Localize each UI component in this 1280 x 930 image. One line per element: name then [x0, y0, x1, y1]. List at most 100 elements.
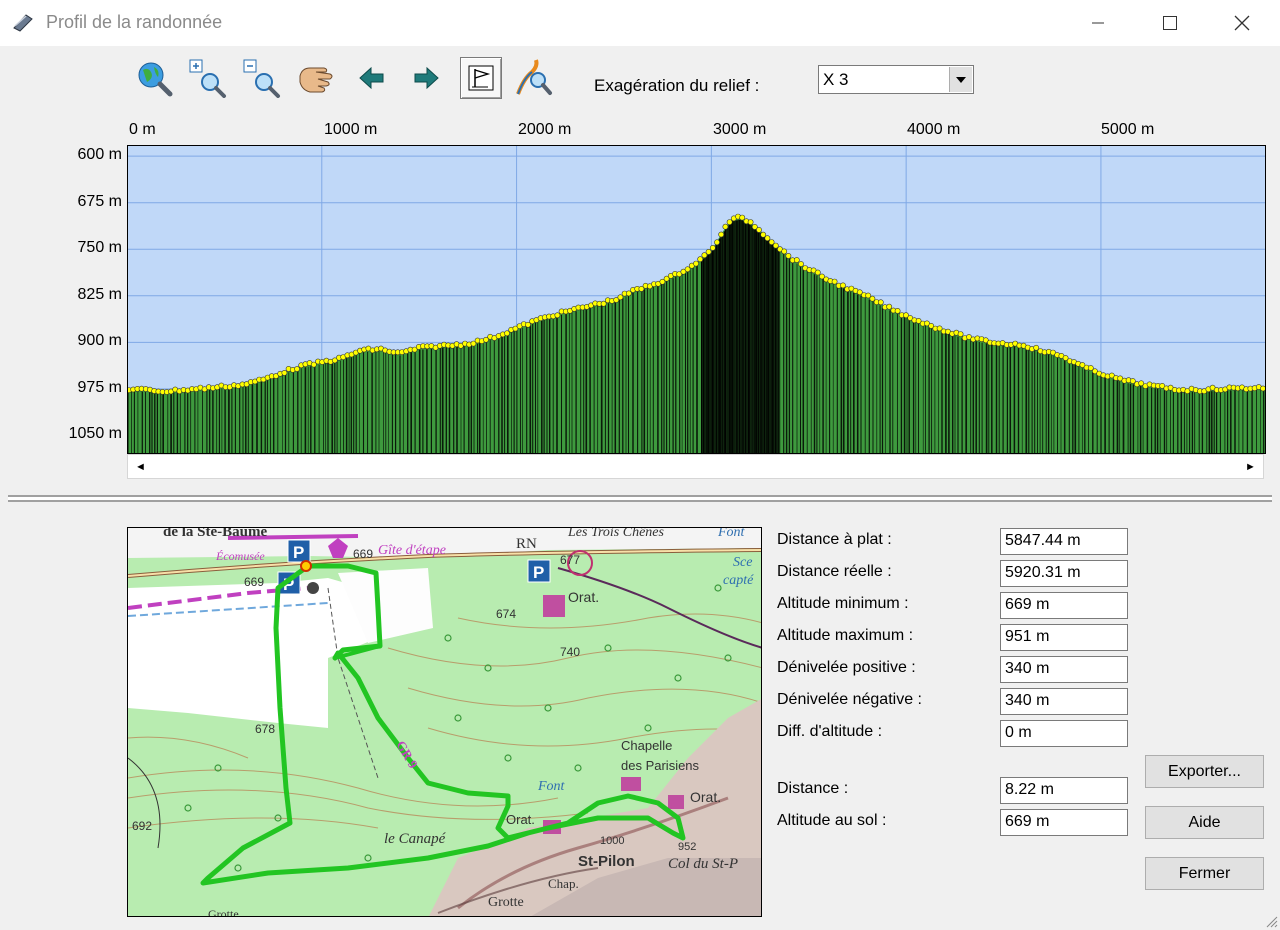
position-marker	[300, 560, 312, 572]
elevation-point	[764, 235, 771, 242]
elevation-point	[697, 256, 704, 263]
scroll-right-icon: ►	[1245, 460, 1256, 473]
map-label: Font	[537, 779, 566, 794]
stat-value-field[interactable]: 669 m	[1000, 592, 1128, 619]
exaggeration-select[interactable]: X 3	[818, 65, 974, 94]
resize-grip-icon[interactable]	[1262, 912, 1278, 928]
map-label: Gîte d'étape	[378, 543, 446, 558]
y-axis-tick-label: 750 m	[77, 239, 122, 257]
elevation-point	[957, 331, 964, 337]
elevation-point	[625, 290, 632, 297]
elevation-point	[684, 266, 691, 273]
elevation-point	[793, 257, 800, 263]
stat-label: Dénivelée négative :	[777, 691, 922, 708]
elevation-point	[772, 242, 779, 249]
stat-label: Distance à plat :	[777, 531, 892, 548]
export-button[interactable]: Exporter...	[1145, 755, 1264, 788]
help-button[interactable]: Aide	[1145, 806, 1264, 839]
elevation-point	[760, 231, 767, 238]
previous-arrow-icon	[359, 66, 384, 90]
elevation-point	[718, 231, 725, 238]
y-axis-tick-label: 675 m	[77, 192, 122, 210]
zoom-in-button[interactable]	[188, 58, 228, 98]
elevation-point	[814, 269, 821, 276]
elevation-point	[877, 299, 884, 306]
stat-value-field[interactable]: 5847.44 m	[1000, 528, 1128, 555]
parking-label: P	[533, 563, 544, 582]
stat-value-field[interactable]: 8.22 m	[1000, 777, 1128, 804]
stat-label: Altitude au sol :	[777, 812, 887, 829]
map-label: 677	[560, 553, 580, 567]
minimize-button[interactable]	[1062, 0, 1134, 46]
route-map[interactable]: P P P de la Ste-Baume Écomusée Gîte d'ét…	[127, 527, 762, 917]
x-axis-tick-label: 0 m	[129, 121, 156, 138]
stat-label: Diff. d'altitude :	[777, 723, 883, 740]
stat-value-field[interactable]: 5920.31 m	[1000, 560, 1128, 587]
map-label: le Canapé	[384, 831, 447, 847]
map-label: 952	[678, 841, 696, 853]
stat-label: Altitude maximum :	[777, 627, 914, 644]
map-label: St-Pilon	[578, 853, 635, 870]
zoom-out-button[interactable]	[242, 58, 282, 98]
window-title: Profil de la randonnée	[46, 12, 223, 32]
exaggeration-label: Exagération du relief :	[594, 76, 760, 95]
exaggeration-value: X 3	[823, 70, 849, 89]
scroll-left-button[interactable]: ◄	[128, 455, 153, 478]
elevation-point	[504, 330, 510, 337]
elevation-point	[726, 219, 733, 225]
scroll-right-button[interactable]: ►	[1238, 455, 1263, 478]
dropdown-button[interactable]	[949, 67, 972, 92]
route-zoom-icon	[516, 59, 552, 95]
elevation-profile-chart[interactable]	[127, 145, 1266, 454]
elevation-point	[554, 312, 561, 319]
maximize-icon	[1163, 16, 1177, 30]
elevation-point	[714, 239, 720, 246]
stat-label: Distance réelle :	[777, 563, 892, 580]
map-label: Grotte	[488, 895, 524, 910]
globe-zoom-icon	[138, 62, 173, 97]
globe-zoom-button[interactable]	[134, 58, 174, 98]
close-window-button[interactable]	[1206, 0, 1278, 46]
elevation-point	[768, 239, 775, 245]
map-label: des Parisiens	[621, 758, 700, 773]
app-icon	[13, 14, 33, 32]
x-axis-tick-label: 4000 m	[907, 121, 961, 138]
route-zoom-button[interactable]	[514, 58, 554, 98]
x-axis-tick-label: 2000 m	[518, 121, 572, 138]
elevation-point	[617, 294, 624, 301]
map-label: Écomusée	[215, 549, 265, 563]
map-label: Orat.	[506, 812, 535, 827]
previous-button[interactable]	[352, 58, 392, 98]
close-button[interactable]: Fermer	[1145, 857, 1264, 890]
flag-mode-button[interactable]	[460, 57, 502, 99]
elevation-point	[739, 214, 746, 221]
elevation-point	[785, 253, 792, 259]
map-label: RN	[516, 536, 537, 552]
map-label: Chap.	[548, 876, 579, 891]
map-label: Font	[717, 528, 746, 540]
stat-value-field[interactable]: 340 m	[1000, 688, 1128, 715]
minimize-icon	[1092, 22, 1104, 24]
elevation-point	[886, 303, 893, 310]
elevation-point	[294, 366, 300, 372]
stat-value-field[interactable]: 951 m	[1000, 624, 1128, 651]
map-label: 669	[244, 575, 264, 589]
zoom-out-icon	[243, 59, 280, 98]
maximize-button[interactable]	[1134, 0, 1206, 46]
profile-scrollbar[interactable]: ◄ ►	[127, 454, 1264, 479]
stat-value-field[interactable]: 340 m	[1000, 656, 1128, 683]
panel-splitter[interactable]	[8, 495, 1272, 502]
topographic-map: P P P de la Ste-Baume Écomusée Gîte d'ét…	[128, 528, 761, 916]
map-label: Col du St-P	[668, 856, 738, 872]
elevation-point	[840, 282, 846, 289]
elevation-point	[693, 260, 699, 267]
map-label: Orat.	[690, 789, 721, 805]
map-label: Les Trois Chênes	[567, 528, 664, 540]
stat-value-field[interactable]: 669 m	[1000, 809, 1128, 836]
elevation-point	[756, 227, 762, 233]
y-axis-tick-label: 975 m	[77, 378, 122, 396]
map-label: 669	[353, 547, 373, 561]
pan-hand-button[interactable]	[296, 58, 336, 98]
stat-value-field[interactable]: 0 m	[1000, 720, 1128, 747]
next-button[interactable]	[406, 58, 446, 98]
